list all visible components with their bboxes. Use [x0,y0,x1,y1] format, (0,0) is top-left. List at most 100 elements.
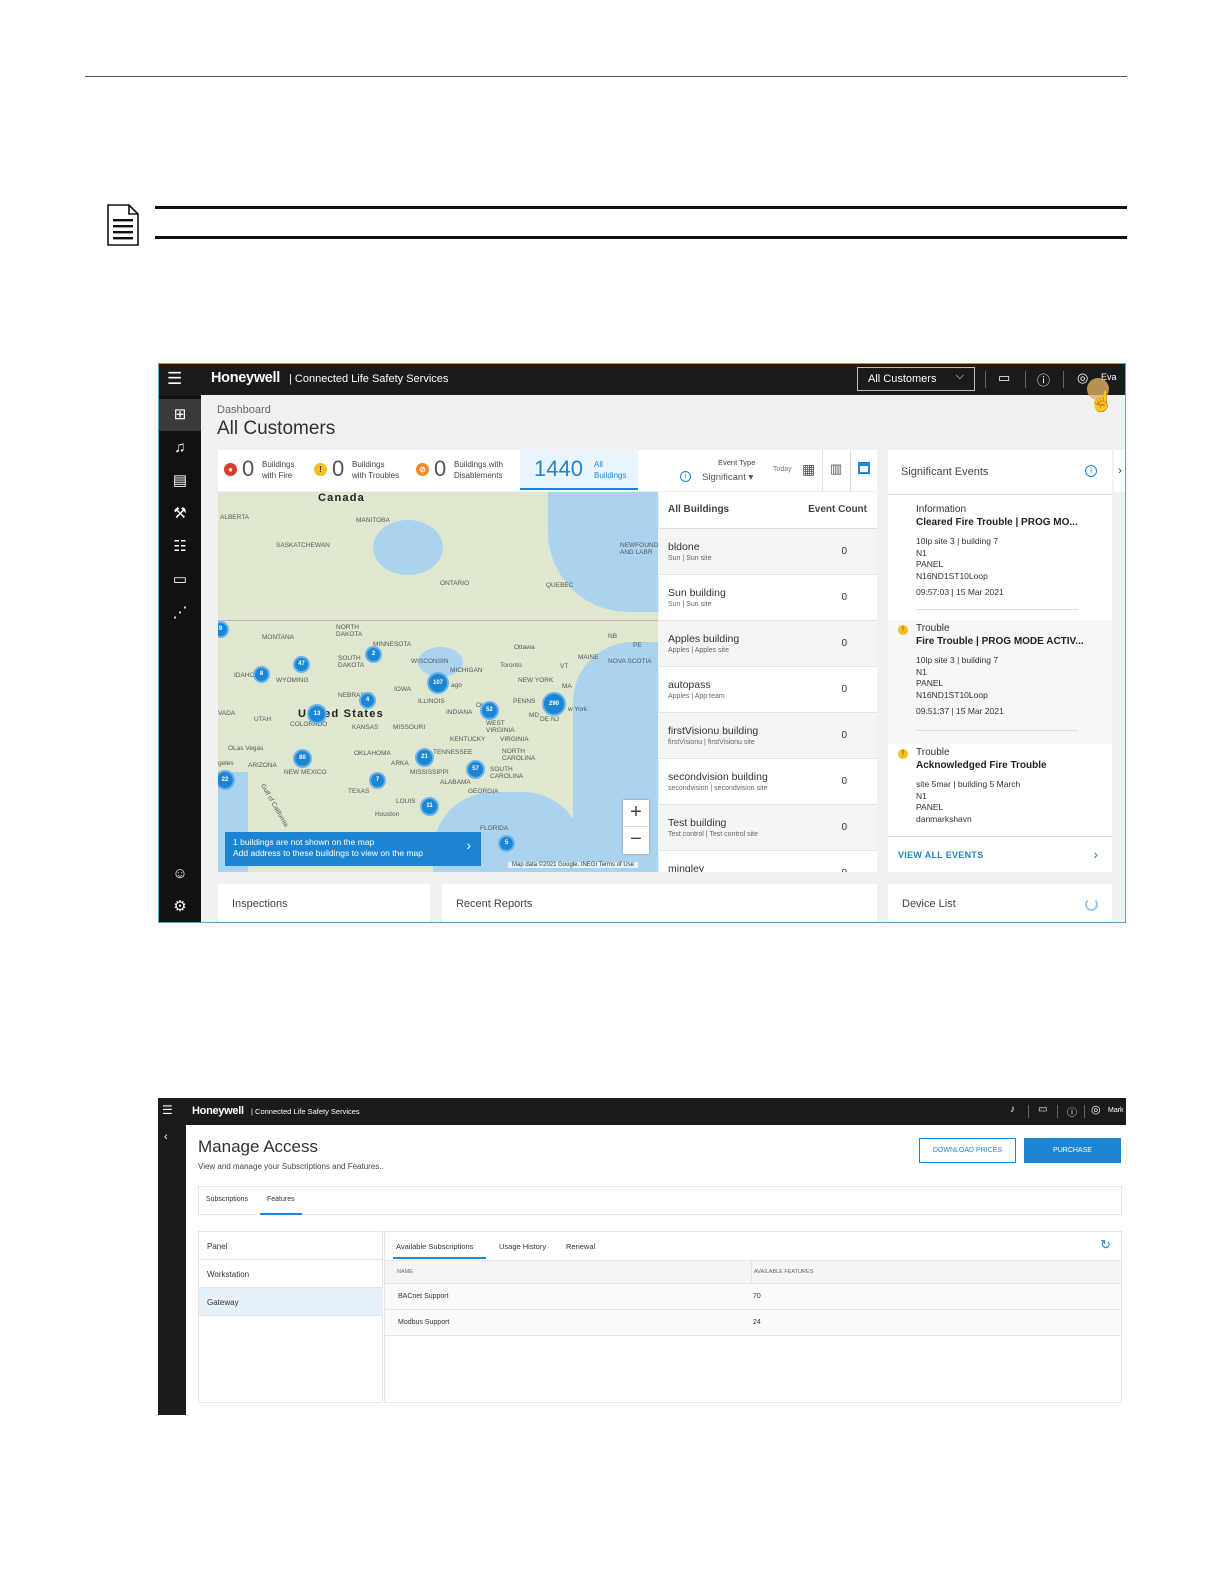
subtab-usage-history[interactable]: Usage History [499,1242,546,1251]
collapse-chevron-icon[interactable]: ‹ [164,1131,168,1143]
hamburger-menu-icon[interactable]: ☰ [162,1103,173,1117]
map-label: KANSAS [352,724,379,731]
gear-icon[interactable]: ⚙ [159,891,201,922]
today-label[interactable]: Today [773,466,792,473]
dashboard-icon[interactable]: ⊞ [159,399,201,431]
map-cluster-marker[interactable]: 11 [420,797,439,816]
calendar-icon[interactable]: ▦ [802,461,815,478]
expand-panel-button[interactable]: › [1114,450,1125,492]
recent-reports-panel[interactable]: Recent Reports [442,884,877,922]
map-cluster-marker[interactable]: 8 [253,666,270,683]
map-cluster-marker[interactable]: 21 [415,748,434,767]
zoom-in-button[interactable]: + [623,800,649,827]
event-item[interactable]: ! Trouble Acknowledged Fire Trouble site… [888,744,1112,836]
user-avatar-icon[interactable]: ◎ [1091,1103,1101,1116]
loading-spinner-icon [1085,898,1098,911]
building-row[interactable]: firstVisionu building firstVisionu | firs… [659,713,877,759]
user-avatar-icon[interactable]: ◎ [1077,370,1088,386]
building-list: All Buildings Event Count bldone Sun | Su… [659,492,877,872]
map-cluster-marker[interactable]: 107 [427,672,449,694]
stat-troubles[interactable]: ! 0 Buildings with Troubles [308,450,410,490]
event-type-select[interactable]: Significant ▾ [702,472,753,483]
map-cluster-marker[interactable]: 2 [365,646,382,663]
sidebar: ‹ [158,1125,186,1415]
users-icon[interactable]: ☺ [159,858,201,890]
category-panel[interactable]: Panel [199,1232,383,1260]
list-icon[interactable]: ☷ [159,531,201,563]
refresh-icon[interactable]: ↻ [1100,1237,1111,1253]
map-label: ago [451,682,462,689]
building-row[interactable]: secondvision building secondvision | seco… [659,759,877,805]
map-cluster-marker[interactable]: 13 [307,704,327,724]
page-top-rule [85,76,1127,77]
download-prices-button[interactable]: DOWNLOAD PRICES [919,1138,1016,1163]
building-row[interactable]: Sun building Sun | Sun site 0 [659,575,877,621]
clipboard-icon[interactable]: ▤ [159,465,201,497]
top-tabs: Subscriptions Features [198,1186,1122,1215]
view-all-events-link[interactable]: VIEW ALL EVENTS › [888,836,1112,872]
purchase-button[interactable]: PURCHASE [1024,1138,1121,1163]
info-icon[interactable]: ⓘ [1067,1104,1077,1119]
building-name: Sun building [668,587,726,599]
event-item[interactable]: ! Trouble Fire Trouble | PROG MODE ACTIV… [888,620,1112,744]
chat-icon[interactable]: ▭ [998,370,1010,386]
map-cluster-marker[interactable]: 80 [293,749,312,768]
bell-icon[interactable]: ♫ [159,432,201,464]
category-list: Panel Workstation Gateway [198,1231,383,1403]
building-row[interactable]: Test building Test control | Test control… [659,805,877,851]
table-row[interactable]: Modbus Support 24 [385,1310,1121,1336]
chat-icon[interactable]: ▭ [1038,1104,1047,1115]
technician-icon[interactable]: ⚒ [159,498,201,530]
product-name: | Connected Life Safety Services [289,373,449,385]
divider [1057,1105,1058,1118]
network-icon[interactable]: ⋰ [159,597,201,629]
monitor-icon[interactable]: ▭ [159,564,201,596]
tab-features[interactable]: Features [267,1196,295,1203]
buildings-map[interactable]: Canada United States ALBERTA MANITOBA SA… [218,492,658,872]
stat-all-buildings[interactable]: 1440 All Buildings [520,450,638,490]
breadcrumb[interactable]: Dashboard [217,404,271,416]
building-row[interactable]: autopass Apples | App team 0 [659,667,877,713]
panel-view-icon[interactable] [858,462,870,474]
subtab-available-subscriptions[interactable]: Available Subscriptions [396,1242,473,1251]
customer-select[interactable]: All Customers ⌵ [857,367,975,391]
device-list-panel[interactable]: Device List [888,884,1112,922]
category-workstation[interactable]: Workstation [199,1260,383,1288]
event-item[interactable]: Information Cleared Fire Trouble | PROG … [888,496,1112,620]
stat-fire[interactable]: ● 0 Buildings with Fire [218,450,308,490]
map-attribution[interactable]: Map data ©2021 Google, INEGI Terms of Us… [508,862,639,868]
map-label: w York [568,706,588,713]
building-row[interactable]: mingley 0 [659,851,877,872]
subtab-renewal[interactable]: Renewal [566,1242,595,1251]
map-label: QUEBEC [546,582,574,589]
stat-label: Buildings with Disablements [454,460,503,480]
building-row[interactable]: Apples building Apples | Apples site 0 [659,621,877,667]
info-icon[interactable]: i [1085,465,1097,477]
hamburger-menu-icon[interactable]: ☰ [167,370,182,388]
tab-subscriptions[interactable]: Subscriptions [206,1196,248,1203]
map-view-icon[interactable]: ▥ [830,461,842,477]
zoom-out-button[interactable]: − [623,827,649,854]
map-label: MISSOURI [393,724,426,731]
panel-title: Significant Events [901,466,989,478]
map-cluster-marker[interactable]: 9 [218,621,229,638]
inspections-panel[interactable]: Inspections [218,884,430,922]
stat-disablements[interactable]: ⊘ 0 Buildings with Disablements [410,450,520,490]
event-details: site 5mar | building 5 March N1 PANEL da… [916,779,1021,824]
map-cluster-marker[interactable]: 57 [466,760,485,779]
map-cluster-marker[interactable]: 290 [542,692,566,716]
map-cluster-marker[interactable]: 7 [369,772,386,789]
unmapped-buildings-banner[interactable]: 1 buildings are not shown on the map Add… [225,832,481,866]
chevron-right-icon: › [466,837,471,853]
user-name[interactable]: Mark [1108,1107,1124,1114]
bell-icon[interactable]: ♪ [1010,1104,1015,1115]
event-count: 0 [841,546,847,557]
table-row[interactable]: BACnet Support 70 [385,1284,1121,1310]
building-row[interactable]: bldone Sun | Sun site 0 [659,529,877,575]
map-cluster-marker[interactable]: 4 [359,692,376,709]
info-icon[interactable]: ⓘ [1037,370,1050,389]
map-cluster-marker[interactable]: 47 [293,656,310,673]
category-gateway[interactable]: Gateway [199,1288,383,1316]
map-cluster-marker[interactable]: 52 [480,701,499,720]
map-cluster-marker[interactable]: 5 [498,835,515,852]
